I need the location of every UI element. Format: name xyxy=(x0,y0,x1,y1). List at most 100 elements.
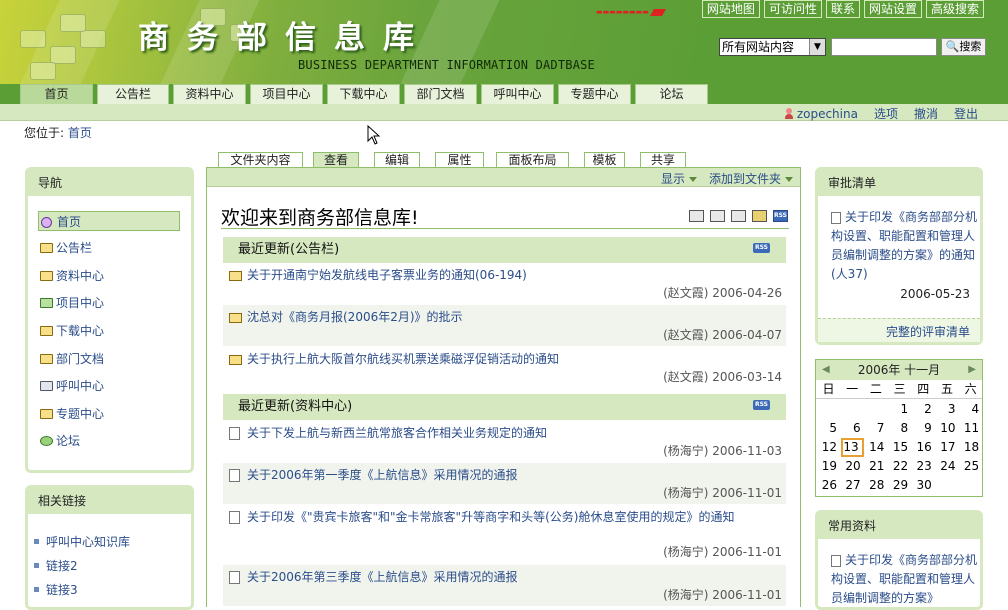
search-scope-value: 所有网站内容 xyxy=(722,40,795,54)
calendar-day[interactable]: 27 xyxy=(841,476,864,495)
related-link-item[interactable]: 链接3 xyxy=(34,581,78,598)
tab-topic-center[interactable]: 专题中心 xyxy=(558,84,631,104)
top-link-contact[interactable]: 联系 xyxy=(825,0,860,18)
list-item-title[interactable]: 沈总对《商务月报(2006年2月)》的批示 xyxy=(247,308,779,326)
calendar-day[interactable]: 2 xyxy=(912,400,935,419)
tab-call-center[interactable]: 呼叫中心 xyxy=(481,84,554,104)
logout-link[interactable]: 登出 xyxy=(954,105,978,122)
top-link-site-settings[interactable]: 网站设置 xyxy=(863,0,922,18)
calendar-weekday: 五 xyxy=(940,382,953,396)
tab-template[interactable]: 模板 xyxy=(584,152,625,168)
options-link[interactable]: 选项 xyxy=(874,105,898,122)
full-screen-icon[interactable] xyxy=(731,210,746,222)
tab-home[interactable]: 首页 xyxy=(20,84,93,104)
calendar-day[interactable]: 19 xyxy=(817,457,840,476)
tab-edit[interactable]: 编辑 xyxy=(374,152,420,168)
rss-icon[interactable]: RSS xyxy=(753,243,770,253)
full-review-list-link[interactable]: 完整的评审清单 xyxy=(886,323,970,340)
calendar-day[interactable]: 25 xyxy=(959,457,982,476)
tab-department-docs[interactable]: 部门文档 xyxy=(404,84,477,104)
undo-link[interactable]: 撤消 xyxy=(914,105,938,122)
print-icon[interactable] xyxy=(710,210,725,222)
top-link-advanced-search[interactable]: 高级搜索 xyxy=(925,0,984,18)
sidebar-item-home[interactable]: 首页 xyxy=(38,211,180,231)
calendar-today[interactable]: 13 xyxy=(840,438,864,457)
calendar-day[interactable]: 9 xyxy=(912,419,935,438)
review-item-link[interactable]: 关于印发《商务部部分机构设置、职能配置和管理人员编制调整的方案》的通知(人37) xyxy=(831,208,979,284)
sidebar-item-download-center[interactable]: 下载中心 xyxy=(38,321,180,341)
calendar-day[interactable]: 20 xyxy=(841,457,864,476)
add-to-folder-menu[interactable]: 添加到文件夹 xyxy=(709,170,794,187)
search-input[interactable] xyxy=(831,38,937,56)
tab-share[interactable]: 共享 xyxy=(640,152,686,168)
folder-icon xyxy=(40,271,53,281)
sidebar-item-resource-center[interactable]: 资料中心 xyxy=(38,266,180,286)
calendar-day[interactable]: 10 xyxy=(936,419,959,438)
calendar-day[interactable]: 18 xyxy=(959,438,982,457)
calendar: ◀ 2006年 十一月 ▶ 日一二三四五六 1 2 3 4 5 6 7 8 9 10 11 12 13 14… xyxy=(815,359,983,497)
search-button[interactable]: 🔍搜索 xyxy=(941,38,986,56)
list-item-title[interactable]: 关于2006年第一季度《上航信息》采用情况的通报 xyxy=(247,466,779,484)
related-link-item[interactable]: 呼叫中心知识库 xyxy=(33,533,130,550)
document-actions: RSS xyxy=(689,210,788,222)
sidebar-item-call-center[interactable]: 呼叫中心 xyxy=(38,376,180,396)
calendar-day[interactable]: 12 xyxy=(817,438,840,457)
calendar-day[interactable]: 17 xyxy=(936,438,959,457)
display-menu[interactable]: 显示 xyxy=(661,170,698,187)
calendar-prev-button[interactable]: ◀ xyxy=(822,360,830,380)
calendar-day[interactable]: 15 xyxy=(888,438,911,457)
calendar-day[interactable]: 21 xyxy=(864,457,887,476)
sidebar-item-label: 论坛 xyxy=(56,434,81,448)
tab-resource-center[interactable]: 资料中心 xyxy=(173,84,246,104)
list-item-title[interactable]: 关于下发上航与新西兰航常旅客合作相关业务规定的通知 xyxy=(247,424,779,442)
list-item-title[interactable]: 关于开通南宁始发航线电子客票业务的通知(06-194) xyxy=(247,266,779,284)
calendar-day[interactable]: 29 xyxy=(888,476,911,495)
list-item: 沈总对《商务月报(2006年2月)》的批示 (赵文霞) 2006-04-07 xyxy=(223,305,786,346)
rss-icon[interactable]: RSS xyxy=(753,400,770,410)
chevron-down-icon[interactable]: ▼ xyxy=(809,39,825,55)
sidebar-item-department-docs[interactable]: 部门文档 xyxy=(38,349,180,369)
calendar-day[interactable]: 1 xyxy=(888,400,911,419)
calendar-day[interactable]: 23 xyxy=(912,457,935,476)
calendar-day[interactable]: 4 xyxy=(959,400,982,419)
calendar-day[interactable]: 8 xyxy=(888,419,911,438)
common-item-link[interactable]: 关于印发《商务部部分机构设置、职能配置和管理人员编制调整的方案》 xyxy=(831,551,979,608)
top-link-accessibility[interactable]: 可访问性 xyxy=(763,0,822,18)
calendar-day[interactable]: 30 xyxy=(912,476,935,495)
calendar-day[interactable]: 5 xyxy=(817,419,840,438)
list-item-title[interactable]: 关于2006年第三季度《上航信息》采用情况的通报 xyxy=(247,568,779,586)
calendar-day[interactable]: 16 xyxy=(912,438,935,457)
list-item-title[interactable]: 关于执行上航大阪首尔航线买机票送乘磁浮促销活动的通知 xyxy=(247,350,779,368)
breadcrumb-home[interactable]: 首页 xyxy=(68,126,92,140)
calendar-day[interactable]: 11 xyxy=(959,419,982,438)
calendar-day[interactable]: 3 xyxy=(936,400,959,419)
mail-icon[interactable] xyxy=(689,210,704,222)
sidebar-item-topic-center[interactable]: 专题中心 xyxy=(38,404,180,424)
tab-folder-contents[interactable]: 文件夹内容 xyxy=(218,152,303,168)
calendar-day[interactable]: 24 xyxy=(936,457,959,476)
calendar-day[interactable]: 6 xyxy=(841,419,864,438)
sidebar-item-project-center[interactable]: 项目中心 xyxy=(38,293,180,313)
tab-project-center[interactable]: 项目中心 xyxy=(250,84,323,104)
tab-panel-layout[interactable]: 面板布局 xyxy=(496,152,569,168)
related-link-item[interactable]: 链接2 xyxy=(34,557,78,574)
calendar-next-button[interactable]: ▶ xyxy=(968,360,976,380)
calendar-day[interactable]: 7 xyxy=(864,419,887,438)
rss-icon[interactable]: RSS xyxy=(773,210,788,222)
tab-bulletin[interactable]: 公告栏 xyxy=(97,84,169,104)
tab-download-center[interactable]: 下载中心 xyxy=(327,84,400,104)
sidebar-item-forum[interactable]: 论坛 xyxy=(38,431,180,451)
list-item-title[interactable]: 关于印发《"贵宾卡旅客"和"金卡常旅客"升等商字和头等(公务)舱休息室使用的规定… xyxy=(227,508,759,526)
user-link[interactable]: zopechina xyxy=(784,105,858,122)
sidebar-item-bulletin[interactable]: 公告栏 xyxy=(38,238,180,258)
tab-view[interactable]: 查看 xyxy=(313,152,359,168)
calendar-day[interactable]: 22 xyxy=(888,457,911,476)
calendar-day[interactable]: 14 xyxy=(864,438,887,457)
tab-forum[interactable]: 论坛 xyxy=(635,84,708,104)
calendar-day[interactable]: 26 xyxy=(817,476,840,495)
tab-properties[interactable]: 属性 xyxy=(435,152,484,168)
bookmark-icon[interactable] xyxy=(752,210,767,222)
top-link-sitemap[interactable]: 网站地图 xyxy=(701,0,760,18)
calendar-day[interactable]: 28 xyxy=(864,476,887,495)
search-scope-select[interactable]: 所有网站内容 ▼ xyxy=(719,38,826,56)
